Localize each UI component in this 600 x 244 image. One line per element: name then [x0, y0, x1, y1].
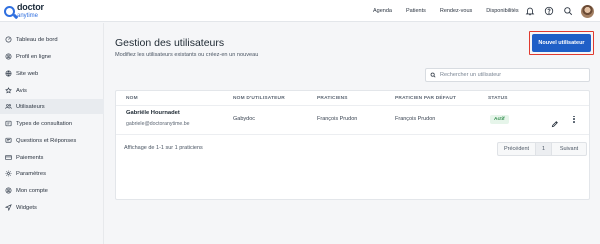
nav-disponibilites[interactable]: Disponibilités [486, 8, 518, 14]
next-page-button[interactable]: Suivant [552, 143, 586, 155]
sidebar-item-avis[interactable]: Avis [0, 83, 104, 98]
user-default-practitioner: François Prudon [395, 116, 436, 122]
sidebar-item-questions-et-reponses[interactable]: Questions et Réponses [0, 133, 104, 148]
sidebar-item-label: Site web [16, 70, 39, 77]
sidebar: Tableau de bord Profil en ligne Site web… [0, 23, 104, 244]
edit-icon[interactable] [551, 115, 559, 128]
page-title: Gestion des utilisateurs [115, 37, 225, 49]
consultation-icon [5, 120, 12, 127]
sidebar-item-label: Utilisateurs [16, 103, 45, 110]
sidebar-item-site-web[interactable]: Site web [0, 66, 104, 81]
column-header-praticiens[interactable]: PRATICIENS [317, 96, 348, 101]
credit-card-icon [5, 154, 12, 161]
nav-patients[interactable]: Patients [406, 8, 426, 14]
users-icon [5, 103, 12, 110]
column-header-praticien-par-defaut[interactable]: PRATICIEN PAR DÉFAUT [395, 96, 456, 101]
column-header-nom-utilisateur[interactable]: NOM D'UTILISATEUR [233, 96, 285, 101]
sidebar-item-widgets[interactable]: Widgets [0, 200, 104, 215]
sidebar-item-label: Widgets [16, 204, 37, 211]
sidebar-item-label: Avis [16, 87, 27, 94]
sidebar-item-label: Questions et Réponses [16, 137, 77, 144]
row-divider [116, 134, 589, 135]
avatar[interactable] [581, 4, 594, 18]
user-username: Gabydoc [233, 116, 256, 122]
star-icon [5, 87, 12, 94]
new-user-button[interactable]: Nouvel utilisateur [532, 34, 591, 52]
users-table-card: NOM NOM D'UTILISATEUR PRATICIENS PRATICI… [115, 90, 590, 200]
user-circle-icon [5, 53, 12, 60]
user-name: Gabriële Hournadet [126, 110, 180, 116]
search-input[interactable]: Rechercher un utilisateur [425, 68, 590, 82]
nav-agenda[interactable]: Agenda [373, 8, 392, 14]
sidebar-item-paiements[interactable]: Paiements [0, 150, 104, 165]
brand-name: doctor [17, 2, 44, 12]
status-badge: Actif [490, 115, 509, 124]
header-divider [116, 105, 589, 106]
brand-tagline: anytime [17, 13, 39, 19]
account-icon [5, 187, 12, 194]
nav-rendez-vous[interactable]: Rendez-vous [440, 8, 472, 14]
sidebar-item-label: Tableau de bord [16, 36, 58, 43]
main-content: Gestion des utilisateurs Modifiez les ut… [105, 23, 600, 244]
previous-page-button[interactable]: Précédent [498, 143, 536, 155]
send-icon [5, 204, 12, 211]
sidebar-item-label: Paramètres [16, 170, 46, 177]
sidebar-item-label: Mon compte [16, 187, 48, 194]
sidebar-item-profil-en-ligne[interactable]: Profil en ligne [0, 49, 104, 64]
top-nav: Agenda Patients Rendez-vous Disponibilit… [373, 0, 533, 22]
top-icons [516, 2, 594, 20]
column-header-status[interactable]: STATUS [488, 96, 508, 101]
logo-text: doctor anytime [17, 2, 44, 20]
pagination-info: Affichage de 1-1 sur 1 praticiens [124, 145, 203, 151]
help-icon[interactable] [543, 6, 554, 17]
search-icon [430, 72, 436, 78]
sidebar-item-parametres[interactable]: Paramètres [0, 166, 104, 181]
sidebar-item-label: Types de consultation [16, 120, 73, 127]
more-options-icon[interactable] [571, 115, 577, 123]
sidebar-item-label: Paiements [16, 154, 44, 161]
dashboard-icon [5, 36, 12, 43]
pagination: Précédent 1 Suivant [497, 142, 587, 156]
sidebar-item-utilisateurs[interactable]: Utilisateurs [0, 99, 104, 114]
globe-icon [5, 70, 12, 77]
bell-icon[interactable] [524, 6, 535, 17]
sidebar-item-types-de-consultation[interactable]: Types de consultation [0, 116, 104, 131]
page-number-1[interactable]: 1 [536, 143, 552, 155]
sidebar-item-mon-compte[interactable]: Mon compte [0, 183, 104, 198]
page-subtitle: Modifiez les utilisateurs existants ou c… [115, 52, 259, 58]
user-practitioners: François Prudon [317, 116, 358, 122]
logo[interactable]: doctor anytime [4, 2, 44, 20]
column-header-nom[interactable]: NOM [126, 96, 138, 101]
search-icon[interactable] [562, 6, 573, 17]
search-placeholder: Rechercher un utilisateur [440, 72, 502, 78]
sidebar-item-label: Profil en ligne [16, 53, 52, 60]
top-bar: doctor anytime Agenda Patients Rendez-vo… [0, 0, 600, 22]
qa-icon [5, 137, 12, 144]
user-email: gabriele@doctoranytime.be [126, 121, 190, 127]
gear-icon [5, 170, 12, 177]
logo-mark-icon [4, 5, 15, 17]
sidebar-item-tableau-de-bord[interactable]: Tableau de bord [0, 32, 104, 47]
